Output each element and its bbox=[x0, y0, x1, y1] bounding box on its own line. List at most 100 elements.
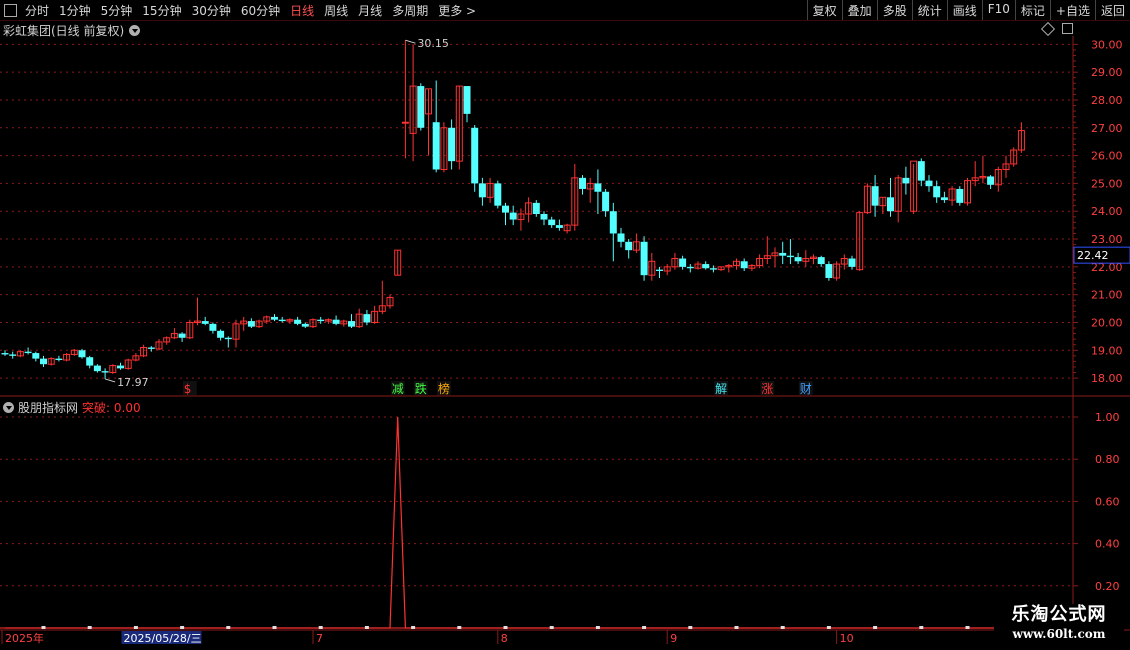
candle-body-down bbox=[432, 122, 440, 170]
candle-body-down bbox=[471, 127, 479, 184]
candle-body-down bbox=[617, 233, 625, 242]
candle-body-down bbox=[848, 258, 856, 267]
candle-body-down bbox=[101, 371, 109, 373]
indicator-dot bbox=[549, 626, 554, 629]
candle-body-down bbox=[24, 351, 32, 354]
candle-body-down bbox=[532, 202, 540, 214]
indicator-dot bbox=[734, 626, 739, 629]
candle-body-down bbox=[917, 161, 925, 181]
low-price-label: 17.97 bbox=[117, 376, 149, 389]
date-highlight: 2025/05/28/三 bbox=[124, 632, 202, 645]
event-marker: 榜 bbox=[438, 381, 450, 396]
price-tick-label: 23.00 bbox=[1091, 233, 1123, 246]
kline-chart[interactable]: 30.00 29.00 28.00 27.00 26.00 25.00 24.00 23.00… bbox=[0, 0, 1130, 650]
candle-body-down bbox=[594, 183, 602, 192]
indicator-dot bbox=[133, 626, 138, 629]
candle-body-down bbox=[147, 347, 155, 349]
indicator-dot bbox=[411, 626, 416, 629]
candle-body-down bbox=[548, 219, 556, 226]
event-marker: 涨 bbox=[761, 381, 773, 396]
indicator-tick-label: 1.00 bbox=[1095, 411, 1120, 424]
candle-body-down bbox=[271, 316, 278, 320]
candle-body-down bbox=[317, 319, 325, 322]
price-tick-label: 27.00 bbox=[1091, 122, 1123, 135]
candle-body-down bbox=[209, 323, 217, 331]
candle-body-down bbox=[463, 86, 471, 114]
candle-body-down bbox=[579, 177, 586, 189]
candle-body-down bbox=[78, 350, 86, 358]
price-tick-label: 28.00 bbox=[1091, 94, 1123, 107]
price-tick-label: 20.00 bbox=[1091, 316, 1123, 329]
candle-body-down bbox=[817, 257, 825, 265]
price-tick-label: 24.00 bbox=[1091, 205, 1123, 218]
event-marker: 跌 bbox=[415, 381, 427, 396]
candle-body-down bbox=[871, 186, 879, 206]
date-tick-label: 2025年 bbox=[5, 631, 44, 645]
candle-body-down bbox=[178, 333, 186, 338]
indicator-dot bbox=[595, 626, 600, 629]
candle-body-down bbox=[794, 257, 802, 262]
indicator-tick-label: 0.40 bbox=[1095, 538, 1120, 551]
candle-body-down bbox=[656, 269, 663, 272]
candle-body-down bbox=[956, 188, 964, 203]
indicator-dot bbox=[826, 626, 831, 629]
event-marker: $ bbox=[184, 382, 192, 396]
indicator-dot bbox=[688, 626, 693, 629]
date-tick-label: 10 bbox=[840, 632, 854, 645]
date-tick-label: 8 bbox=[501, 632, 508, 645]
price-tick-label: 19.00 bbox=[1091, 344, 1123, 357]
watermark-url: www.60lt.com bbox=[1012, 627, 1106, 641]
high-pointer bbox=[405, 39, 416, 44]
price-tick-label: 29.00 bbox=[1091, 66, 1123, 79]
candle-body-down bbox=[40, 358, 47, 365]
candle-body-down bbox=[9, 354, 17, 356]
candle-body-down bbox=[363, 314, 371, 323]
indicator-dot bbox=[41, 626, 46, 629]
candle-body-down bbox=[609, 211, 617, 234]
price-tick-label: 25.00 bbox=[1091, 177, 1123, 190]
candle-body-down bbox=[686, 266, 694, 269]
candle-body-down bbox=[417, 86, 425, 128]
candle-body-down bbox=[709, 268, 717, 270]
date-tick-label: 7 bbox=[316, 632, 323, 645]
price-tick-label: 26.00 bbox=[1091, 150, 1123, 163]
candle-body-down bbox=[294, 319, 302, 324]
candle-body-down bbox=[117, 365, 124, 369]
candle-body-down bbox=[987, 176, 995, 185]
candle-body-down bbox=[925, 180, 933, 187]
candle-body-down bbox=[902, 177, 910, 184]
candle-body-down bbox=[786, 255, 794, 258]
price-tick-label: 30.00 bbox=[1091, 38, 1123, 51]
event-marker: 解 bbox=[715, 382, 727, 396]
indicator-dot bbox=[226, 626, 231, 629]
indicator-dot bbox=[965, 626, 970, 629]
indicator-dot bbox=[87, 626, 92, 629]
candle-body-down bbox=[86, 357, 94, 366]
candle-body-down bbox=[478, 183, 486, 198]
indicator-tick-label: 0.20 bbox=[1095, 580, 1120, 593]
indicator-dot bbox=[642, 626, 647, 629]
candle-body-down bbox=[1, 353, 9, 355]
price-tick-label: 18.00 bbox=[1091, 372, 1123, 385]
candle-body-down bbox=[509, 212, 517, 220]
indicator-dot bbox=[272, 626, 277, 629]
candle-body-down bbox=[502, 205, 509, 213]
candle-body-down bbox=[247, 321, 255, 327]
candle-body-down bbox=[224, 337, 232, 340]
event-marker: 减 bbox=[392, 382, 404, 396]
indicator-dot bbox=[919, 626, 924, 629]
candle-body-down bbox=[32, 353, 40, 359]
candle-body-down bbox=[602, 191, 610, 212]
indicator-dot bbox=[457, 626, 462, 629]
event-marker: 财 bbox=[800, 382, 812, 396]
candle-body-down bbox=[825, 264, 833, 278]
candle-body-down bbox=[740, 261, 748, 269]
candle-body-down bbox=[278, 319, 286, 322]
candle-body-down bbox=[640, 241, 648, 276]
date-tick-label: 9 bbox=[670, 632, 677, 645]
candle-body-down bbox=[55, 358, 63, 361]
candle-body-down bbox=[201, 321, 209, 324]
indicator-line bbox=[5, 416, 1022, 629]
indicator-dot bbox=[873, 626, 878, 629]
candle-body-down bbox=[540, 214, 548, 220]
